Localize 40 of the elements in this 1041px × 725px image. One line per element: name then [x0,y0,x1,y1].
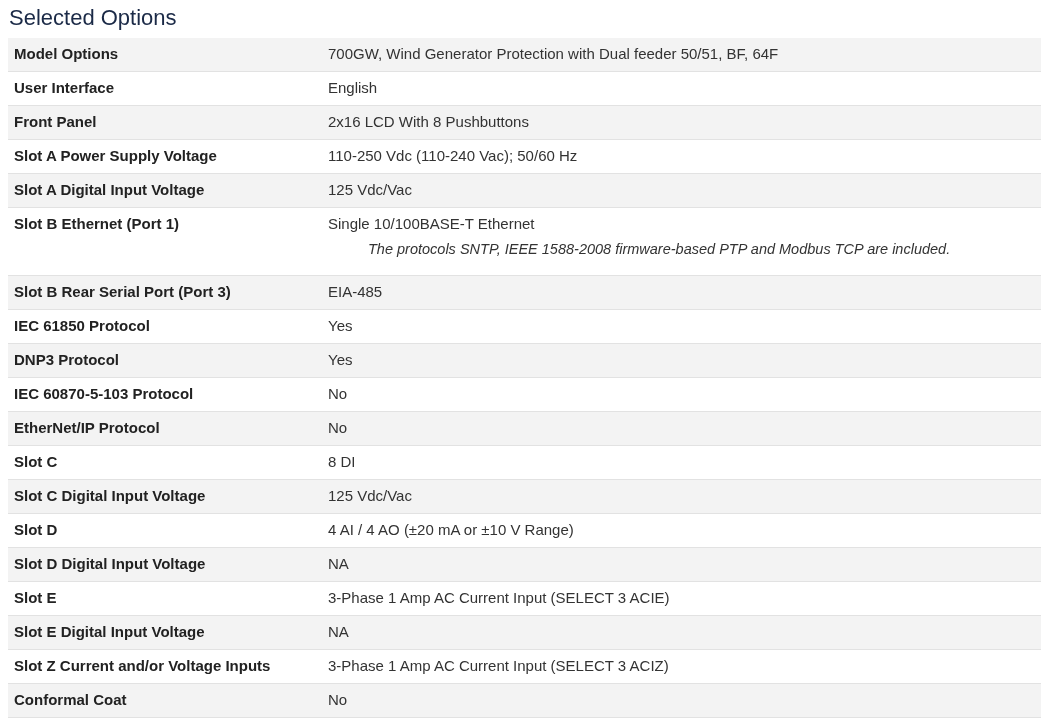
option-value: No [328,419,348,436]
option-label: DNP3 Protocol [13,350,120,370]
option-label: Slot E Digital Input Voltage [13,622,206,642]
option-value: NA [328,623,349,640]
option-value: 4 AI / 4 AO (±20 mA or ±10 V Range) [328,521,574,538]
option-label: Slot A Digital Input Voltage [13,180,206,200]
option-value: Single 10/100BASE-T Ethernet [328,215,536,232]
option-value: 3-Phase 1 Amp AC Current Input (SELECT 3 ACIE) [328,589,670,606]
option-value: NA [328,555,349,572]
option-label: Slot A Power Supply Voltage [13,146,218,166]
option-value: 8 DI [328,453,356,470]
option-value: Yes [328,317,353,334]
option-label: Slot D [13,520,59,540]
option-label: Slot Z Current and/or Voltage Inputs [13,656,272,676]
option-label: Model Options [13,44,120,64]
option-value: EIA-485 [328,283,383,300]
option-value: 110-250 Vdc (110-240 Vac); 50/60 Hz [328,147,578,164]
option-value: 2x16 LCD With 8 Pushbuttons [328,113,529,130]
option-label: Slot B Rear Serial Port (Port 3) [13,282,232,302]
option-value: Yes [328,351,353,368]
option-label: Slot E [13,588,58,608]
option-value: 125 Vdc/Vac [328,487,412,504]
option-label: User Interface [13,78,116,98]
option-label: EtherNet/IP Protocol [13,418,161,438]
section-title: Selected Options [8,4,178,32]
option-label: Front Panel [13,112,98,132]
option-label: Conformal Coat [13,690,128,710]
option-value: No [328,385,348,402]
option-label: IEC 60870-5-103 Protocol [13,384,195,404]
option-label: Slot C [13,452,59,472]
option-value: English [328,79,378,96]
option-value: No [328,691,348,708]
option-value: 700GW, Wind Generator Protection with Dual feeder 50/51, BF, 64F [328,45,779,62]
option-value: 3-Phase 1 Amp AC Current Input (SELECT 3 ACIZ) [328,657,669,674]
option-label: Slot C Digital Input Voltage [13,486,207,506]
option-label: Slot D Digital Input Voltage [13,554,207,574]
option-label: Slot B Ethernet (Port 1) [13,214,180,234]
option-note: The protocols SNTP, IEEE 1588-2008 firmware-based PTP and Modbus TCP are included. [368,241,951,257]
option-label: IEC 61850 Protocol [13,316,151,336]
option-value: 125 Vdc/Vac [328,181,412,198]
